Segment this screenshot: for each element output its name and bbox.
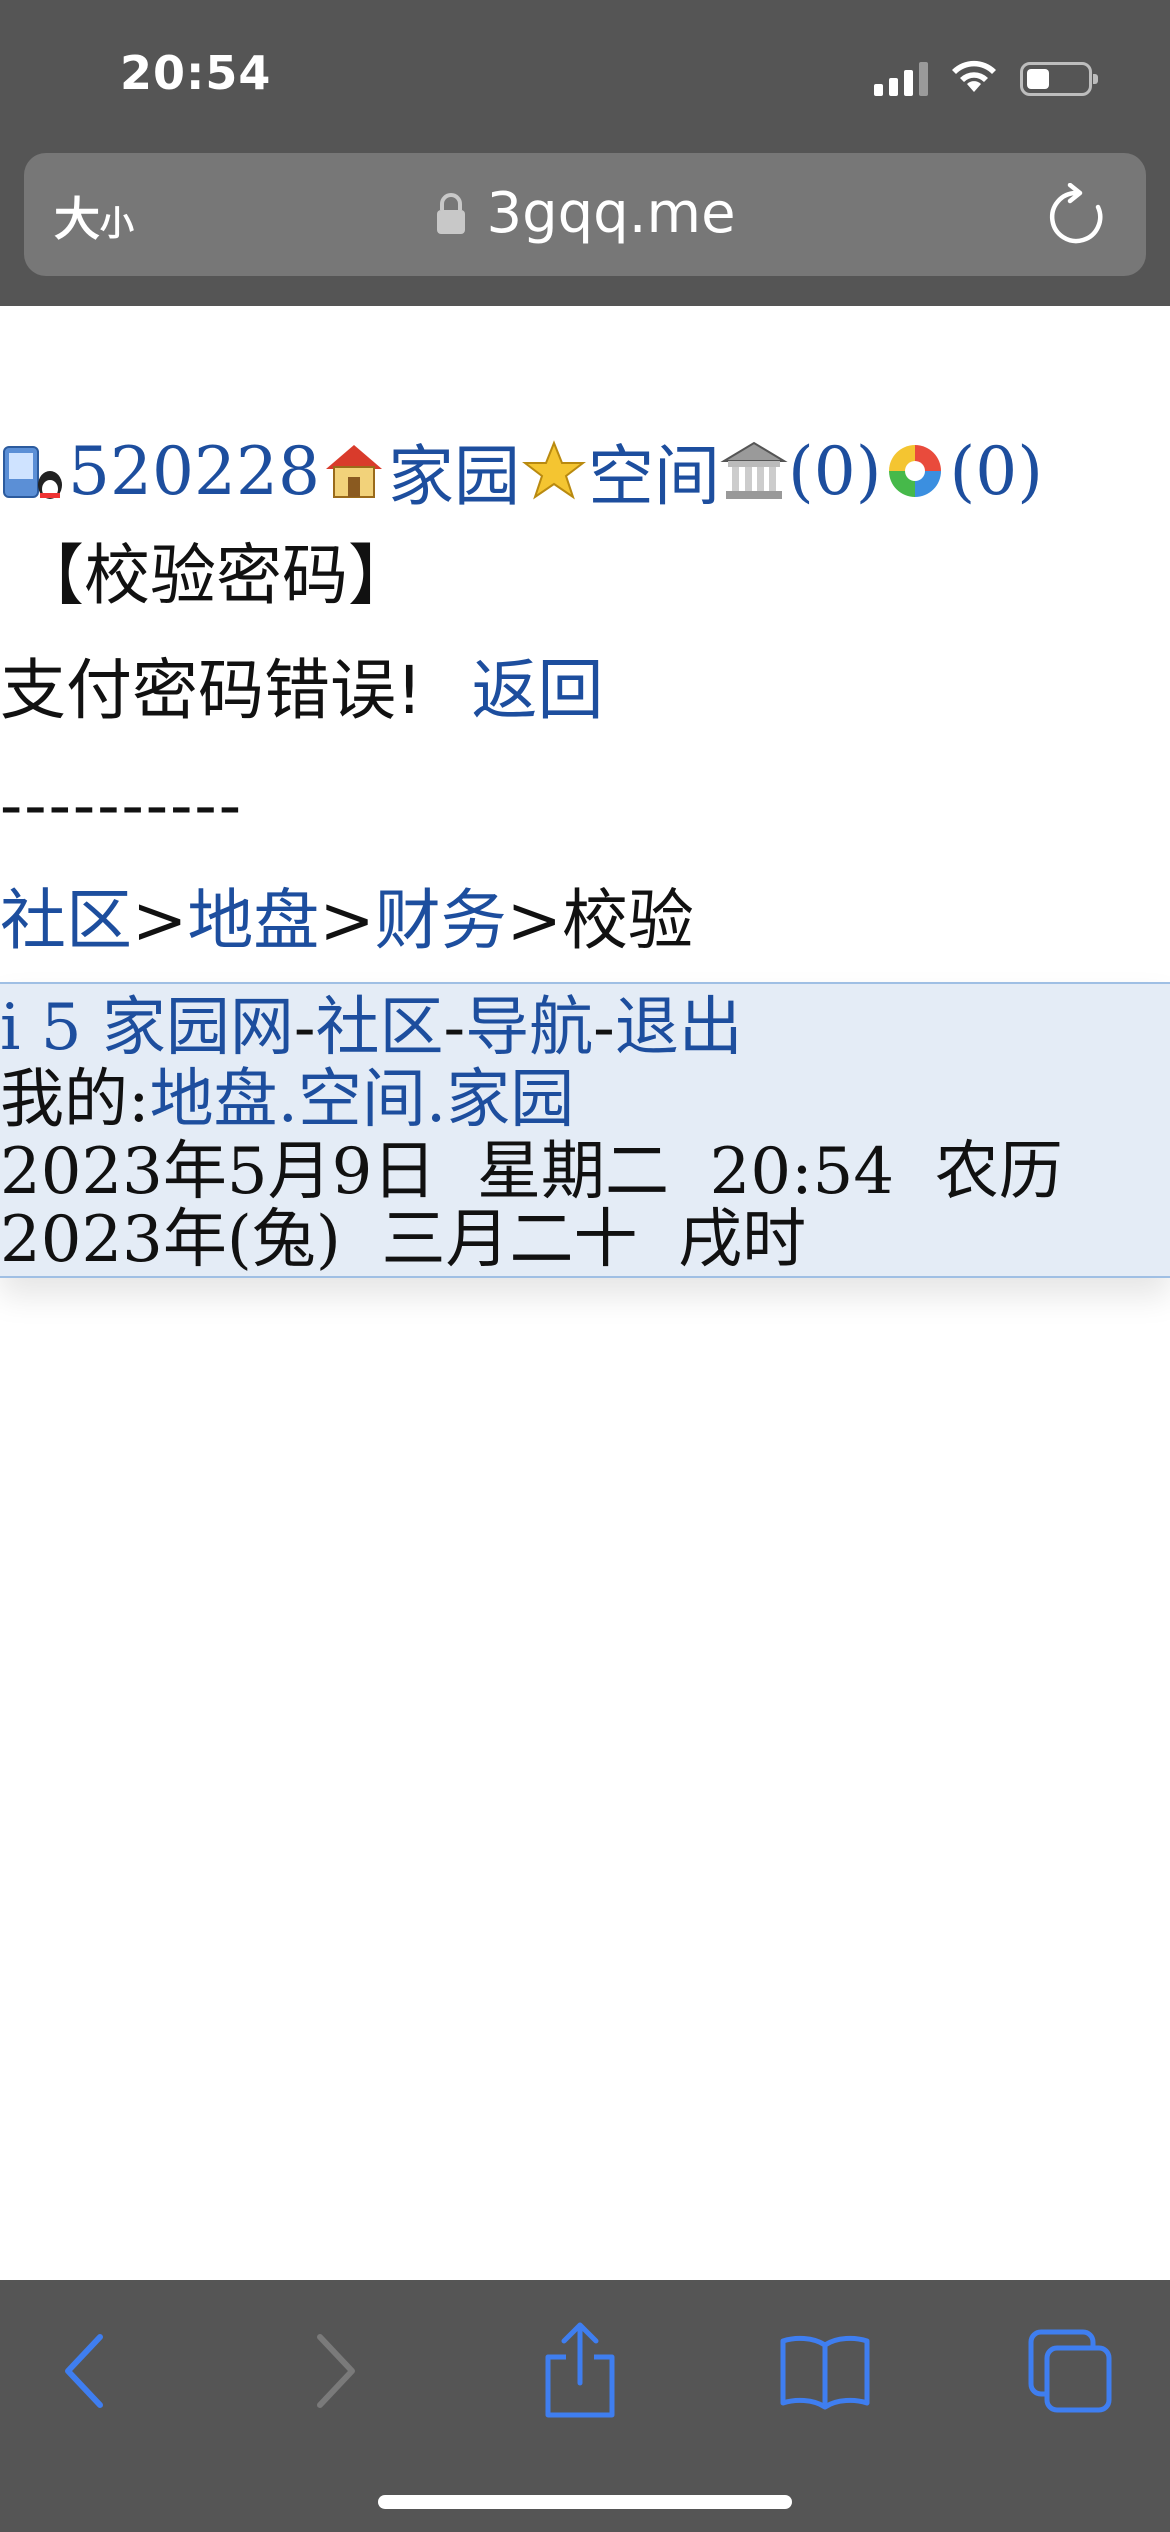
breadcrumb-community[interactable]: 社区 <box>0 882 132 959</box>
bank-count-link[interactable]: (0) <box>788 433 882 510</box>
footer-community-link[interactable]: 社区 <box>316 991 444 1065</box>
bookmarks-button[interactable] <box>770 2316 880 2426</box>
house-icon <box>325 445 382 498</box>
footer-navigation-link[interactable]: 导航 <box>465 991 593 1065</box>
back-link[interactable]: 返回 <box>471 652 603 729</box>
breadcrumb: 社区>地盘>财务>校验 <box>0 876 694 966</box>
browser-top-chrome: 20:54 大小 3gqq.me <box>0 0 1170 306</box>
my-territory-link[interactable]: 地盘 <box>150 1063 278 1137</box>
footer-logout-link[interactable]: 退出 <box>615 991 743 1065</box>
status-time: 20:54 <box>120 46 272 100</box>
status-icons <box>874 56 1098 96</box>
back-button[interactable] <box>30 2316 140 2426</box>
tabs-button[interactable] <box>1015 2316 1125 2426</box>
url-text[interactable]: 3gqq.me <box>486 181 735 246</box>
cellular-signal-icon <box>874 62 928 96</box>
my-home-link[interactable]: 家园 <box>446 1063 574 1137</box>
my-label: 我的: <box>0 1063 150 1137</box>
breadcrumb-separator: > <box>132 882 188 959</box>
footer-nav: i 5 家园网-社区-导航-退出 <box>0 991 743 1065</box>
book-icon <box>780 2335 870 2410</box>
site-home-link[interactable]: i 5 家园网 <box>0 991 294 1065</box>
album-count-link[interactable]: (0) <box>949 433 1043 510</box>
user-id-link[interactable]: 520228 <box>68 433 320 510</box>
star-icon <box>521 440 586 500</box>
date-line: 2023年5月9日 星期二 20:54 农历 <box>0 1135 1063 1209</box>
breadcrumb-separator: > <box>506 882 562 959</box>
share-button[interactable] <box>525 2316 635 2426</box>
user-nav-bar: 520228 家园 空间 (0) (0) <box>0 426 1043 516</box>
wifi-icon <box>952 60 996 92</box>
browser-toolbar <box>0 2280 1170 2532</box>
address-bar[interactable]: 大小 3gqq.me <box>24 153 1146 276</box>
battery-icon <box>1020 62 1098 96</box>
breadcrumb-current: 校验 <box>561 882 694 959</box>
tabs-icon <box>1028 2329 1112 2413</box>
album-icon <box>889 445 942 497</box>
breadcrumb-separator: > <box>319 882 375 959</box>
lunar-date-line: 2023年(兔) 三月二十 戌时 <box>0 1203 807 1277</box>
breadcrumb-finance[interactable]: 财务 <box>375 882 507 959</box>
phone-qq-icon <box>3 446 62 499</box>
divider: ---------- <box>0 767 244 844</box>
space-link[interactable]: 空间 <box>588 423 720 519</box>
my-space-link[interactable]: 空间 <box>298 1063 426 1137</box>
chevron-left-icon <box>65 2334 103 2408</box>
error-line: 支付密码错误! 返回 <box>0 646 603 736</box>
error-message: 支付密码错误! <box>0 652 423 729</box>
bank-icon <box>720 441 788 499</box>
home-link[interactable]: 家园 <box>388 423 520 519</box>
lock-icon <box>437 192 466 234</box>
breadcrumb-territory[interactable]: 地盘 <box>187 882 319 959</box>
reload-icon[interactable] <box>1046 183 1106 247</box>
footer-my-links: 我的:地盘.空间.家园 <box>0 1063 575 1137</box>
forward-button[interactable] <box>280 2316 390 2426</box>
chevron-right-icon <box>317 2334 355 2408</box>
share-icon <box>545 2322 615 2418</box>
page-title: 【校验密码】 <box>18 537 414 614</box>
site-footer: i 5 家园网-社区-导航-退出 我的:地盘.空间.家园 2023年5月9日 星… <box>0 982 1170 1278</box>
home-indicator[interactable] <box>378 2495 792 2509</box>
